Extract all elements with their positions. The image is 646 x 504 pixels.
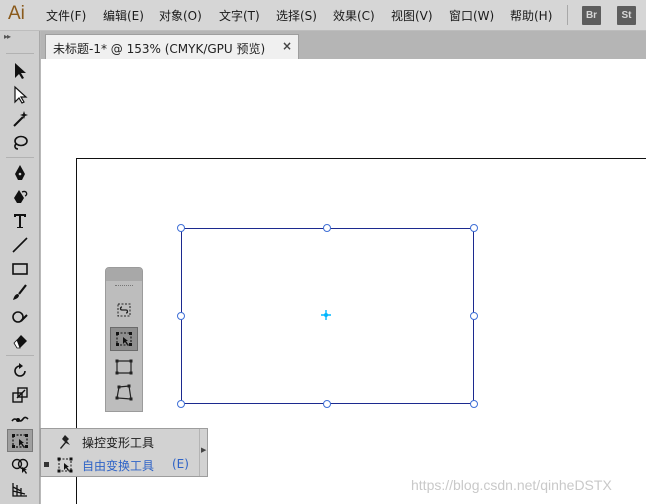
bounding-box-handle[interactable] (470, 400, 478, 408)
lasso-icon (14, 135, 28, 150)
flyout-item-free-transform[interactable]: 自由变换工具 (E) (41, 453, 201, 476)
tools-panel: ▸▸ (0, 31, 40, 504)
free-distort-button[interactable] (110, 381, 138, 405)
eraser-icon (13, 334, 27, 348)
puppet-warp-icon (60, 435, 70, 449)
toolbar-divider (6, 157, 34, 158)
bounding-box-handle[interactable] (470, 312, 478, 320)
perspective-grid-icon (12, 482, 27, 497)
perspective-distort-button[interactable] (110, 355, 138, 379)
type-tool[interactable] (7, 209, 33, 232)
scale-tool[interactable] (7, 383, 33, 406)
toolbar-divider (6, 355, 34, 356)
magic-wand-icon (13, 110, 28, 127)
flyout-item-label: 自由变换工具 (82, 459, 155, 473)
document-tab[interactable]: 未标题-1* @ 153% (CMYK/GPU 预览) × (45, 34, 299, 59)
selection-tool[interactable] (7, 59, 33, 82)
bounding-box-handle[interactable] (323, 400, 331, 408)
watermark-text: https://blog.csdn.net/qinheDSTX (411, 477, 612, 493)
flyout-item-label: 操控变形工具 (82, 436, 155, 450)
perspective-grid-tool[interactable] (7, 477, 33, 500)
rotate-tool[interactable] (7, 359, 33, 382)
center-point-icon (321, 310, 331, 320)
width-icon (11, 416, 29, 422)
bounding-box-handle[interactable] (177, 312, 185, 320)
bounding-box-handle[interactable] (177, 224, 185, 232)
stock-button[interactable]: St (617, 6, 636, 25)
shaper-icon (12, 310, 28, 323)
curvature-tool[interactable] (7, 185, 33, 208)
free-transform-widget (105, 267, 143, 412)
curvature-pen-icon (14, 189, 28, 203)
free-transform-button[interactable] (110, 327, 138, 351)
bounding-box-handle[interactable] (323, 224, 331, 232)
shaper-tool[interactable] (7, 305, 33, 328)
tool-flyout-menu: 操控变形工具 自由变换工具 (E) ▶ (40, 428, 208, 477)
free-transform-icon (57, 457, 73, 473)
bridge-button[interactable]: Br (582, 6, 601, 25)
panel-collapse-grip[interactable]: ▸▸ (4, 33, 34, 41)
menu-type[interactable]: 文字(T) (219, 7, 260, 24)
bounding-box-handle[interactable] (470, 224, 478, 232)
pen-tool[interactable] (7, 161, 33, 184)
close-tab-icon[interactable]: × (282, 39, 292, 53)
menu-window[interactable]: 窗口(W) (449, 7, 494, 24)
menu-effect[interactable]: 效果(C) (333, 7, 375, 24)
pen-icon (15, 164, 25, 180)
menu-edit[interactable]: 编辑(E) (103, 7, 144, 24)
rotate-icon (14, 362, 26, 377)
rectangle-icon (12, 262, 28, 275)
direct-selection-icon (14, 85, 28, 104)
tearoff-arrow[interactable]: ▶ (199, 429, 208, 476)
toolbar-divider (6, 53, 34, 54)
free-transform-icon (116, 332, 132, 346)
free-transform-tool[interactable] (7, 429, 33, 452)
menu-help[interactable]: 帮助(H) (510, 7, 552, 24)
shape-builder-tool[interactable] (7, 453, 33, 476)
menu-object[interactable]: 对象(O) (159, 7, 202, 24)
free-transform-icon (12, 433, 28, 448)
flyout-item-shortcut: (E) (172, 457, 189, 471)
line-segment-icon (12, 236, 28, 253)
paintbrush-icon (13, 283, 27, 300)
constrain-button[interactable] (110, 298, 138, 322)
constrain-icon (117, 303, 131, 317)
chevron-right-icon: ▶ (201, 446, 207, 454)
menu-divider (567, 5, 568, 25)
type-icon (14, 213, 26, 228)
document-tab-title: 未标题-1* @ 153% (CMYK/GPU 预览) (53, 42, 266, 56)
free-distort-icon (115, 384, 133, 401)
menu-bar: Ai 文件(F) 编辑(E) 对象(O) 文字(T) 选择(S) 效果(C) 视… (0, 0, 646, 31)
scale-icon (12, 386, 28, 403)
bounding-box-handle[interactable] (177, 400, 185, 408)
magic-wand-tool[interactable] (7, 107, 33, 130)
widget-grip[interactable] (115, 285, 133, 288)
direct-selection-tool[interactable] (7, 83, 33, 106)
eraser-tool[interactable] (7, 329, 33, 352)
menu-select[interactable]: 选择(S) (276, 7, 317, 24)
selection-arrow-icon (15, 62, 26, 79)
width-tool[interactable] (7, 407, 33, 430)
line-segment-tool[interactable] (7, 233, 33, 256)
paintbrush-tool[interactable] (7, 281, 33, 304)
rectangle-tool[interactable] (7, 257, 33, 280)
widget-title-bar[interactable] (106, 268, 142, 281)
current-tool-bullet-icon (44, 462, 49, 467)
perspective-distort-icon (115, 359, 133, 375)
app-logo: Ai (8, 3, 25, 24)
shape-builder-icon (11, 458, 29, 474)
document-tab-bar: 未标题-1* @ 153% (CMYK/GPU 预览) × (41, 31, 646, 59)
lasso-tool[interactable] (7, 131, 33, 154)
flyout-item-puppet-warp[interactable]: 操控变形工具 (41, 430, 201, 453)
menu-view[interactable]: 视图(V) (391, 7, 433, 24)
menu-file[interactable]: 文件(F) (46, 7, 86, 24)
